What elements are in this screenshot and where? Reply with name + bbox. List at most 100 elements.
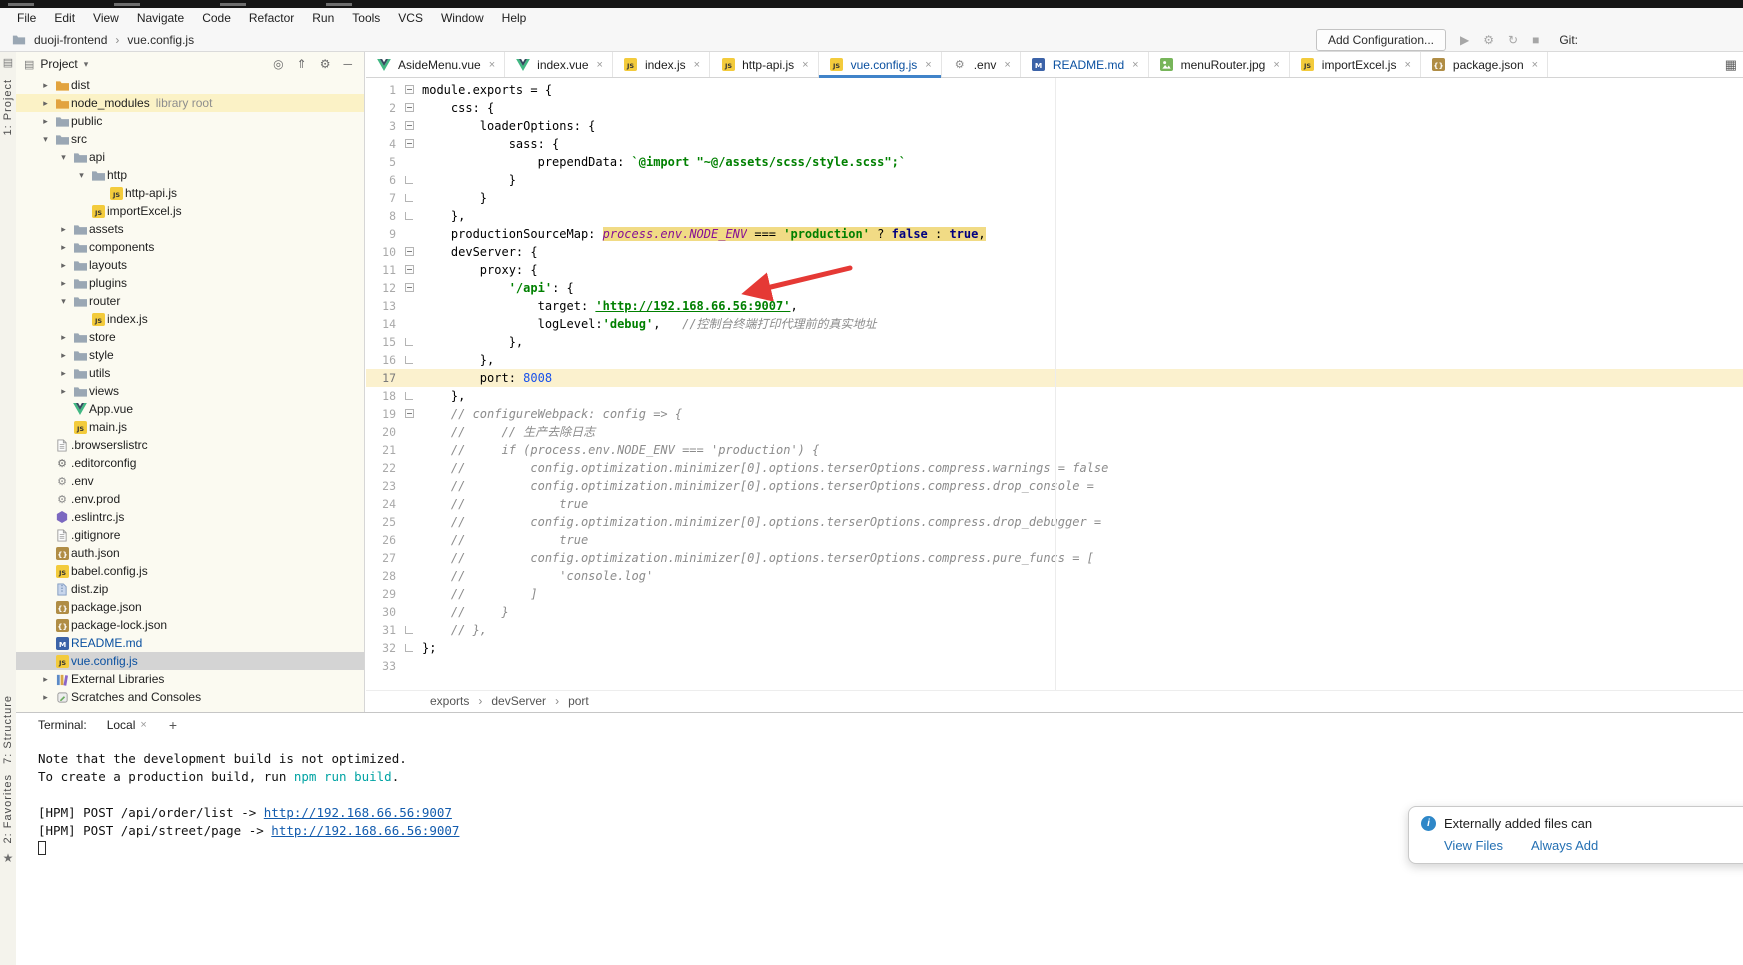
tree-item-env[interactable]: ⚙.env (16, 472, 364, 490)
menu-tools[interactable]: Tools (343, 11, 389, 25)
close-icon[interactable]: × (1404, 59, 1410, 71)
code-editor[interactable]: 1module.exports = {2 css: {3 loaderOptio… (366, 78, 1743, 690)
tree-item-router[interactable]: ▾router (16, 292, 364, 310)
menu-refactor[interactable]: Refactor (240, 11, 303, 25)
tree-item-components[interactable]: ▸components (16, 238, 364, 256)
editor-breadcrumb-devserver[interactable]: devServer (491, 694, 546, 708)
menu-navigate[interactable]: Navigate (128, 11, 193, 25)
fold-marker[interactable] (400, 171, 418, 189)
fold-marker[interactable] (400, 621, 418, 639)
tree-item-importexcel-js[interactable]: JSimportExcel.js (16, 202, 364, 220)
chevron-right-icon[interactable]: ▸ (56, 386, 71, 397)
fold-marker[interactable] (400, 207, 418, 225)
chevron-right-icon[interactable]: ▸ (56, 350, 71, 361)
terminal-title[interactable]: Terminal: (38, 718, 87, 732)
tree-item-readme-md[interactable]: MREADME.md (16, 634, 364, 652)
menu-view[interactable]: View (84, 11, 128, 25)
menu-window[interactable]: Window (432, 11, 493, 25)
chevron-down-icon[interactable]: ▾ (56, 296, 71, 307)
fold-marker[interactable] (400, 99, 418, 117)
tree-item-editorconfig[interactable]: ⚙.editorconfig (16, 454, 364, 472)
terminal-tab-local[interactable]: Local × (99, 716, 155, 734)
project-tool-window-icon[interactable]: ▤ (3, 56, 13, 69)
collapse-all-icon[interactable]: ⇑ (297, 57, 307, 71)
terminal-link[interactable]: http://192.168.66.56:9007 (271, 823, 459, 838)
settings-icon[interactable]: ⚙ (1483, 33, 1494, 47)
close-icon[interactable]: × (694, 59, 700, 71)
editor-tab-menurouter-jpg[interactable]: menuRouter.jpg× (1149, 52, 1290, 77)
editor-breadcrumb-port[interactable]: port (568, 694, 589, 708)
tree-item-public[interactable]: ▸public (16, 112, 364, 130)
chevron-down-icon[interactable]: ▾ (84, 59, 89, 70)
tree-item-store[interactable]: ▸store (16, 328, 364, 346)
tree-item-index-js[interactable]: JSindex.js (16, 310, 364, 328)
fold-marker[interactable] (400, 135, 418, 153)
menu-vcs[interactable]: VCS (389, 11, 432, 25)
close-icon[interactable]: × (597, 59, 603, 71)
chevron-right-icon[interactable]: ▸ (56, 224, 71, 235)
update-icon[interactable]: ↻ (1508, 33, 1518, 47)
terminal-link[interactable]: http://192.168.66.56:9007 (264, 805, 452, 820)
fold-marker[interactable] (400, 387, 418, 405)
favorites-star-icon[interactable]: ★ (3, 851, 14, 865)
tree-item-http[interactable]: ▾http (16, 166, 364, 184)
tree-item-main-js[interactable]: JSmain.js (16, 418, 364, 436)
run-icon[interactable]: ▶ (1460, 33, 1469, 47)
add-configuration-button[interactable]: Add Configuration... (1316, 29, 1446, 51)
editor-breadcrumb-exports[interactable]: exports (430, 694, 469, 708)
fold-marker[interactable] (400, 243, 418, 261)
git-widget[interactable]: Git: (1559, 33, 1578, 47)
editor-tab-importexcel-js[interactable]: JSimportExcel.js× (1290, 52, 1421, 77)
chevron-right-icon[interactable]: ▸ (56, 242, 71, 253)
project-panel-title[interactable]: Project (40, 57, 77, 71)
tree-item-vue-config-js[interactable]: JSvue.config.js (16, 652, 364, 670)
close-icon[interactable]: × (1273, 59, 1279, 71)
menu-help[interactable]: Help (493, 11, 536, 25)
tree-item-eslintrc-js[interactable]: .eslintrc.js (16, 508, 364, 526)
breadcrumb-project[interactable]: duoji-frontend (34, 33, 107, 47)
fold-marker[interactable] (400, 81, 418, 99)
tree-item-utils[interactable]: ▸utils (16, 364, 364, 382)
editor-tab-vue-config-js[interactable]: JSvue.config.js× (819, 52, 942, 77)
tree-item-scratches-and-consoles[interactable]: ▸Scratches and Consoles (16, 688, 364, 706)
fold-marker[interactable] (400, 639, 418, 657)
tree-item-views[interactable]: ▸views (16, 382, 364, 400)
tree-item-api[interactable]: ▾api (16, 148, 364, 166)
tree-item-dist[interactable]: ▸dist (16, 76, 364, 94)
tree-item-external-libraries[interactable]: ▸External Libraries (16, 670, 364, 688)
tree-item-plugins[interactable]: ▸plugins (16, 274, 364, 292)
close-icon[interactable]: × (1532, 59, 1538, 71)
tree-item-auth-json[interactable]: {}auth.json (16, 544, 364, 562)
chevron-right-icon[interactable]: ▸ (56, 260, 71, 271)
tree-item-package-lock-json[interactable]: {}package-lock.json (16, 616, 364, 634)
editor-tab-index-js[interactable]: JSindex.js× (613, 52, 710, 77)
chevron-right-icon[interactable]: ▸ (38, 116, 53, 127)
tree-item-http-api-js[interactable]: JShttp-api.js (16, 184, 364, 202)
chevron-down-icon[interactable]: ▾ (74, 170, 89, 181)
tree-item-layouts[interactable]: ▸layouts (16, 256, 364, 274)
tree-item-app-vue[interactable]: App.vue (16, 400, 364, 418)
chevron-down-icon[interactable]: ▾ (56, 152, 71, 163)
tree-item-src[interactable]: ▾src (16, 130, 364, 148)
locate-file-icon[interactable]: ◎ (273, 57, 283, 71)
stop-icon[interactable]: ■ (1532, 33, 1539, 47)
editor-tab-index-vue[interactable]: index.vue× (505, 52, 613, 77)
chevron-right-icon[interactable]: ▸ (38, 80, 53, 91)
notification-action-always-add[interactable]: Always Add (1531, 838, 1598, 853)
editor-tab-http-api-js[interactable]: JShttp-api.js× (710, 52, 818, 77)
stripe-favorites-button[interactable]: 2: Favorites (2, 774, 14, 843)
editor-tab-readme-md[interactable]: MREADME.md× (1021, 52, 1149, 77)
fold-marker[interactable] (400, 261, 418, 279)
close-icon[interactable]: × (1132, 59, 1138, 71)
menu-code[interactable]: Code (193, 11, 240, 25)
chevron-right-icon[interactable]: ▸ (56, 278, 71, 289)
stripe-project-button[interactable]: 1: Project (2, 79, 14, 135)
fold-marker[interactable] (400, 117, 418, 135)
tree-item-style[interactable]: ▸style (16, 346, 364, 364)
fold-marker[interactable] (400, 351, 418, 369)
menu-run[interactable]: Run (303, 11, 343, 25)
fold-marker[interactable] (400, 405, 418, 423)
close-icon[interactable]: × (1004, 59, 1010, 71)
chevron-right-icon[interactable]: ▸ (38, 98, 53, 109)
fold-marker[interactable] (400, 279, 418, 297)
